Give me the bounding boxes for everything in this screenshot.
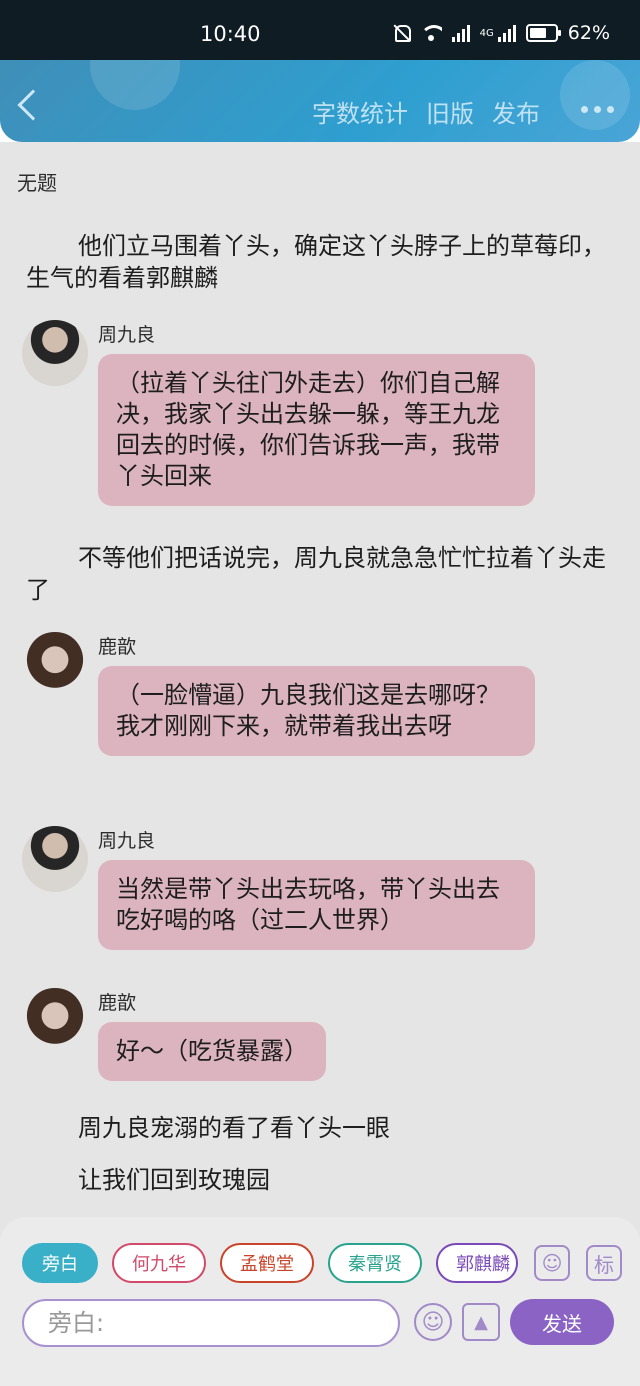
message-input-container	[22, 1299, 400, 1347]
image-icon[interactable]: ▲	[462, 1303, 500, 1341]
signal-icon-2	[497, 24, 516, 42]
battery-icon	[525, 24, 561, 42]
avatar[interactable]	[22, 826, 88, 892]
publish-button[interactable]: 发布	[492, 94, 540, 129]
speaker-name: 周九良	[98, 830, 156, 852]
send-button[interactable]: 发送	[510, 1299, 614, 1345]
dialogue-bubble[interactable]: （拉着丫头往门外走去）你们自己解决，我家丫头出去躲一躲，等王九龙回去的时候，你们…	[98, 354, 535, 506]
app-bar: 字数统计 旧版 发布	[0, 60, 640, 142]
dialogue-bubble[interactable]: （一脸懵逼）九良我们这是去哪呀？我才刚刚下来，就带着我出去呀	[98, 666, 535, 756]
network-type: 4G	[479, 27, 494, 39]
role-chip[interactable]: 郭麒麟	[436, 1243, 518, 1283]
narration[interactable]: 周九良宠溺的看了看丫头一眼	[78, 1112, 390, 1144]
document-title[interactable]: 无题	[17, 167, 57, 196]
wifi-icon	[419, 25, 442, 41]
message-input[interactable]	[48, 1309, 368, 1337]
notifications-muted-icon	[392, 23, 411, 43]
speaker-name: 鹿歆	[98, 636, 137, 658]
composer-panel: 旁白 何九华 孟鹤堂 秦霄贤 郭麒麟 ☺ 标 ☺ ▲ 发送	[0, 1217, 640, 1386]
battery-level: 62%	[567, 22, 610, 44]
dialogue-bubble[interactable]: 当然是带丫头出去玩咯，带丫头出去吃好喝的咯（过二人世界）	[98, 860, 535, 950]
role-chip[interactable]: 秦霄贤	[328, 1243, 422, 1283]
role-chip[interactable]: 何九华	[112, 1243, 206, 1283]
narration[interactable]: 不等他们把话说完，周九良就急急忙忙拉着丫头走了	[26, 542, 606, 606]
app-bar-actions: 字数统计 旧版 发布	[312, 94, 540, 129]
status-time: 10:40	[200, 22, 261, 46]
avatar[interactable]	[22, 988, 88, 1054]
narration[interactable]: 他们立马围着丫头，确定这丫头脖子上的草莓印，生气的看着郭麒麟	[26, 230, 606, 294]
narration[interactable]: 让我们回到玫瑰园	[78, 1164, 270, 1196]
avatar[interactable]	[22, 320, 88, 386]
character-icon[interactable]: ☺	[534, 1245, 570, 1281]
script-content[interactable]: 无题 他们立马围着丫头，确定这丫头脖子上的草莓印，生气的看着郭麒麟 周九良 （拉…	[0, 142, 640, 1217]
status-bar: 10:40 4G 62%	[0, 0, 640, 60]
role-selector: 旁白 何九华 孟鹤堂 秦霄贤 郭麒麟	[22, 1243, 518, 1283]
tag-button[interactable]: 标	[586, 1245, 622, 1281]
speaker-name: 鹿歆	[98, 992, 137, 1014]
status-icons: 4G 62%	[392, 22, 610, 44]
signal-icon	[451, 24, 470, 42]
more-icon[interactable]	[581, 106, 614, 113]
back-icon[interactable]	[17, 89, 49, 121]
emoji-icon[interactable]: ☺	[414, 1303, 452, 1341]
role-chip[interactable]: 孟鹤堂	[220, 1243, 314, 1283]
avatar[interactable]	[22, 632, 88, 698]
old-version-button[interactable]: 旧版	[426, 94, 474, 129]
role-chip-narrator[interactable]: 旁白	[22, 1243, 98, 1283]
word-count-button[interactable]: 字数统计	[312, 94, 408, 129]
dialogue-bubble[interactable]: 好～（吃货暴露）	[98, 1022, 326, 1081]
speaker-name: 周九良	[98, 324, 156, 346]
